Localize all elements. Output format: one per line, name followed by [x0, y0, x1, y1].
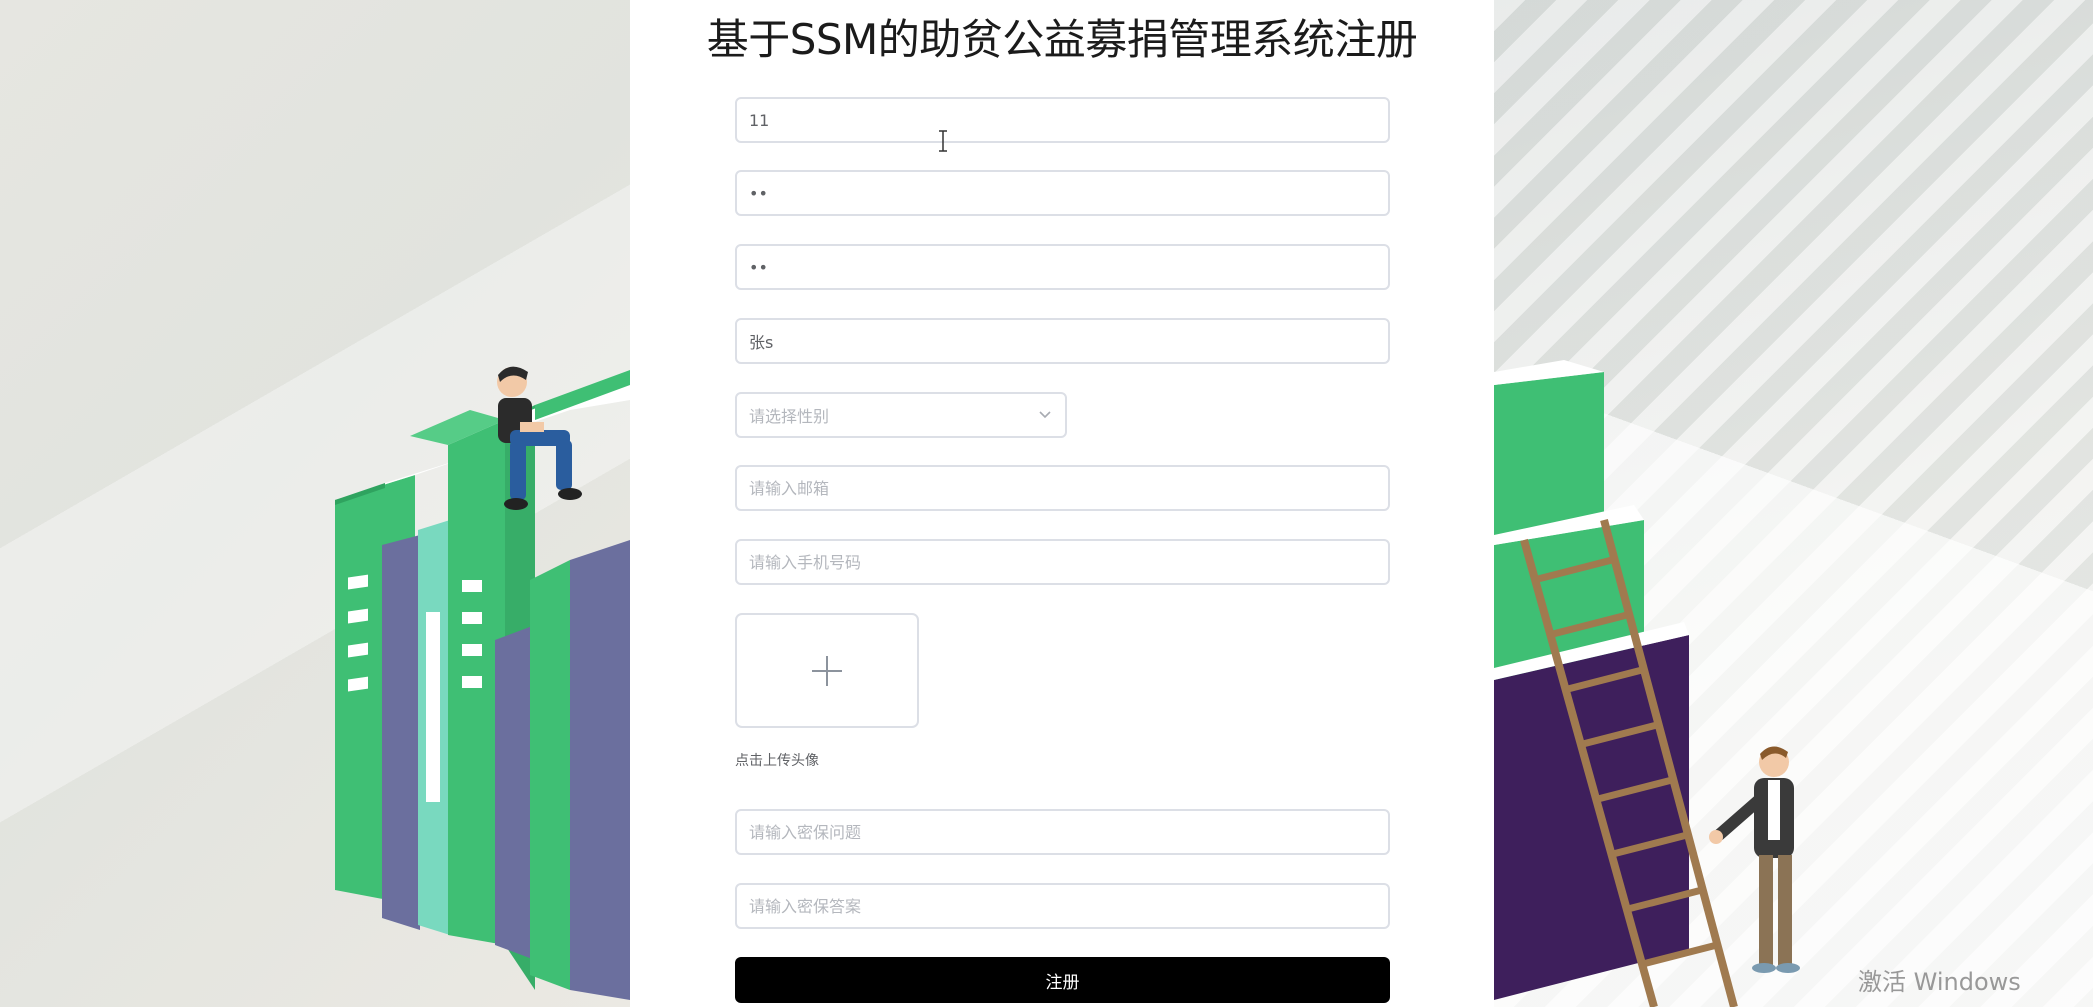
security-question-input[interactable] — [735, 809, 1390, 855]
chevron-down-icon — [1039, 411, 1051, 419]
account-input[interactable] — [735, 97, 1390, 143]
standing-person — [1709, 746, 1800, 973]
register-button[interactable]: 注册 — [735, 957, 1390, 1003]
email-input[interactable] — [735, 465, 1390, 511]
name-input[interactable] — [735, 318, 1390, 364]
books-illustration-left — [335, 366, 630, 1000]
password-input[interactable] — [735, 170, 1390, 216]
gender-select[interactable]: 请选择性别 — [735, 392, 1067, 438]
windows-activation-watermark: 激活 Windows — [1858, 968, 2021, 996]
gender-select-placeholder: 请选择性别 — [749, 407, 830, 426]
confirm-password-input[interactable] — [735, 244, 1390, 290]
text-cursor-icon — [939, 130, 947, 152]
plus-icon — [812, 655, 842, 686]
avatar-upload-hint: 点击上传头像 — [735, 753, 819, 769]
registration-panel: 基于SSM的助贫公益募捐管理系统注册 请选择性别 点击上传头像 注册 — [630, 0, 1494, 1007]
phone-input[interactable] — [735, 539, 1390, 585]
security-answer-input[interactable] — [735, 883, 1390, 929]
avatar-upload[interactable] — [735, 613, 919, 728]
books-illustration-right — [1494, 360, 1800, 1007]
page-title: 基于SSM的助贫公益募捐管理系统注册 — [706, 15, 1418, 64]
